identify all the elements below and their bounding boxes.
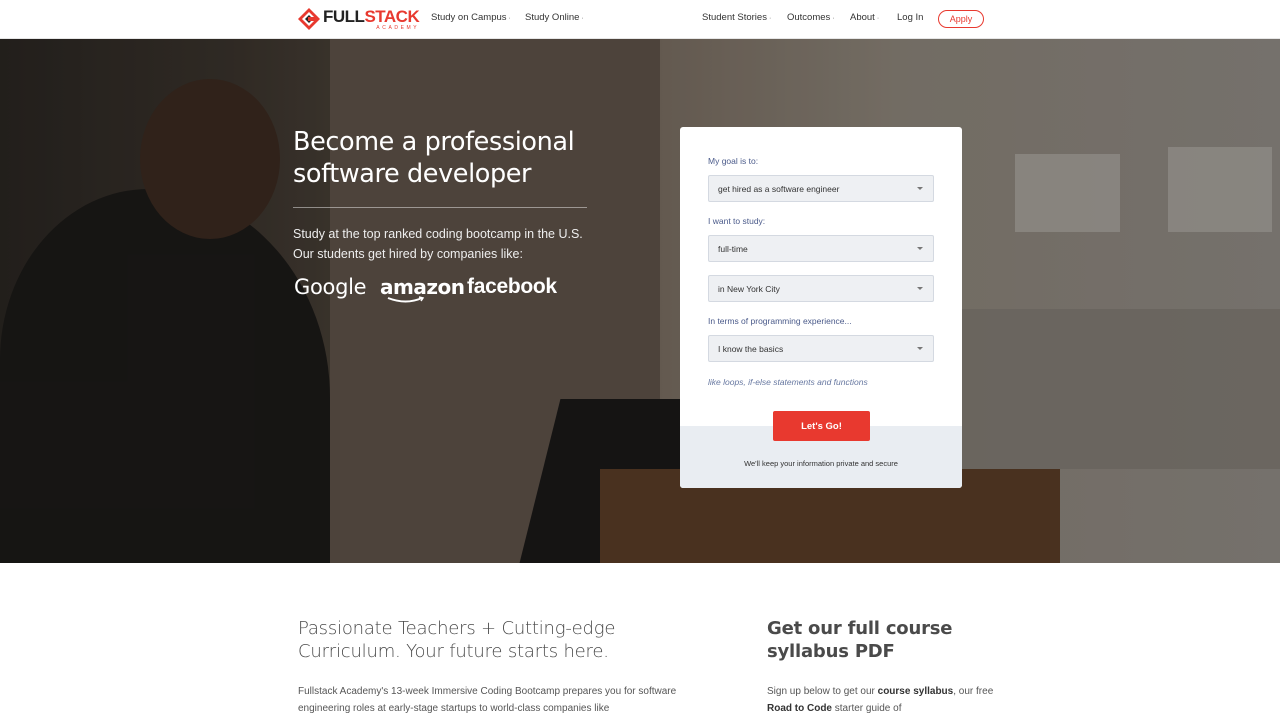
road-to-code-link[interactable]: Road to Code — [767, 703, 832, 714]
hero-title: Become a professional software developer — [293, 127, 575, 189]
dropdown-caret-icon: · — [876, 15, 880, 22]
dropdown-caret-icon: · — [581, 15, 584, 22]
experience-hint: like loops, if-else statements and funct… — [708, 377, 868, 387]
study-mode-select-value: full-time — [718, 243, 748, 254]
nav-study-on-campus[interactable]: Study on Campus · — [431, 12, 511, 23]
goal-label: My goal is to: — [708, 156, 759, 166]
nav-outcomes[interactable]: Outcomes · — [787, 12, 835, 23]
dropdown-caret-icon: · — [832, 15, 835, 22]
brand-logo[interactable]: FULLSTACK ACADEMY — [298, 6, 420, 32]
nav-study-on-campus-label: Study on Campus — [431, 12, 507, 23]
nav-student-stories-label: Student Stories — [702, 12, 767, 23]
nav-about[interactable]: About · — [850, 12, 879, 23]
location-select[interactable]: in New York City — [708, 275, 934, 302]
brand-tagline: ACADEMY — [376, 24, 420, 31]
top-navigation: FULLSTACK ACADEMY Study on Campus · Study… — [0, 0, 1280, 39]
hero-divider — [293, 207, 587, 208]
dropdown-arrow-icon — [917, 287, 923, 290]
nav-about-label: About — [850, 12, 875, 23]
experience-select[interactable]: I know the basics — [708, 335, 934, 362]
apply-button[interactable]: Apply — [938, 10, 984, 28]
google-logo: Google — [294, 275, 367, 299]
privacy-note: We'll keep your information private and … — [744, 459, 898, 468]
experience-label: In terms of programming experience... — [708, 316, 852, 326]
dropdown-caret-icon: · — [768, 15, 772, 22]
fullstack-logo-icon — [298, 8, 320, 30]
brand-name-part2: STACK — [364, 6, 420, 26]
location-select-value: in New York City — [718, 283, 780, 294]
study-mode-select[interactable]: full-time — [708, 235, 934, 262]
syllabus-heading: Get our full course syllabus PDF — [767, 618, 953, 662]
dropdown-arrow-icon — [917, 347, 923, 350]
hero-section: Become a professional software developer… — [0, 39, 1280, 563]
study-label: I want to study: — [708, 216, 766, 226]
hero-subtitle: Study at the top ranked coding bootcamp … — [293, 227, 583, 261]
course-syllabus-link[interactable]: course syllabus — [878, 686, 954, 697]
dropdown-caret-icon: · — [508, 15, 511, 22]
nav-log-in-label: Log In — [897, 12, 924, 23]
amazon-smile-icon — [387, 296, 425, 303]
nav-study-online[interactable]: Study Online · — [525, 12, 584, 23]
dropdown-arrow-icon — [917, 187, 923, 190]
goal-select-value: get hired as a software engineer — [718, 183, 840, 194]
signup-form-card: My goal is to: get hired as a software e… — [680, 127, 962, 488]
syllabus-text-1: Sign up below to get our — [767, 686, 878, 697]
syllabus-description: Sign up below to get our course syllabus… — [767, 683, 997, 717]
syllabus-text-2: , our free — [953, 686, 994, 697]
goal-select[interactable]: get hired as a software engineer — [708, 175, 934, 202]
syllabus-text-3: starter guide of — [832, 703, 902, 714]
nav-study-online-label: Study Online — [525, 12, 580, 23]
bootcamp-description: Fullstack Academy's 13-week Immersive Co… — [298, 686, 677, 714]
nav-outcomes-label: Outcomes — [787, 12, 831, 23]
hero-dark-overlay — [0, 39, 1280, 563]
nav-student-stories[interactable]: Student Stories · — [702, 12, 771, 23]
brand-name-part1: FULL — [323, 6, 365, 26]
experience-select-value: I know the basics — [718, 343, 784, 354]
lets-go-button[interactable]: Let's Go! — [773, 411, 870, 441]
facebook-logo: facebook — [467, 275, 557, 298]
nav-log-in[interactable]: Log In — [897, 12, 923, 23]
dropdown-arrow-icon — [917, 247, 923, 250]
teachers-heading: Passionate Teachers + Cutting-edge Curri… — [298, 618, 616, 662]
